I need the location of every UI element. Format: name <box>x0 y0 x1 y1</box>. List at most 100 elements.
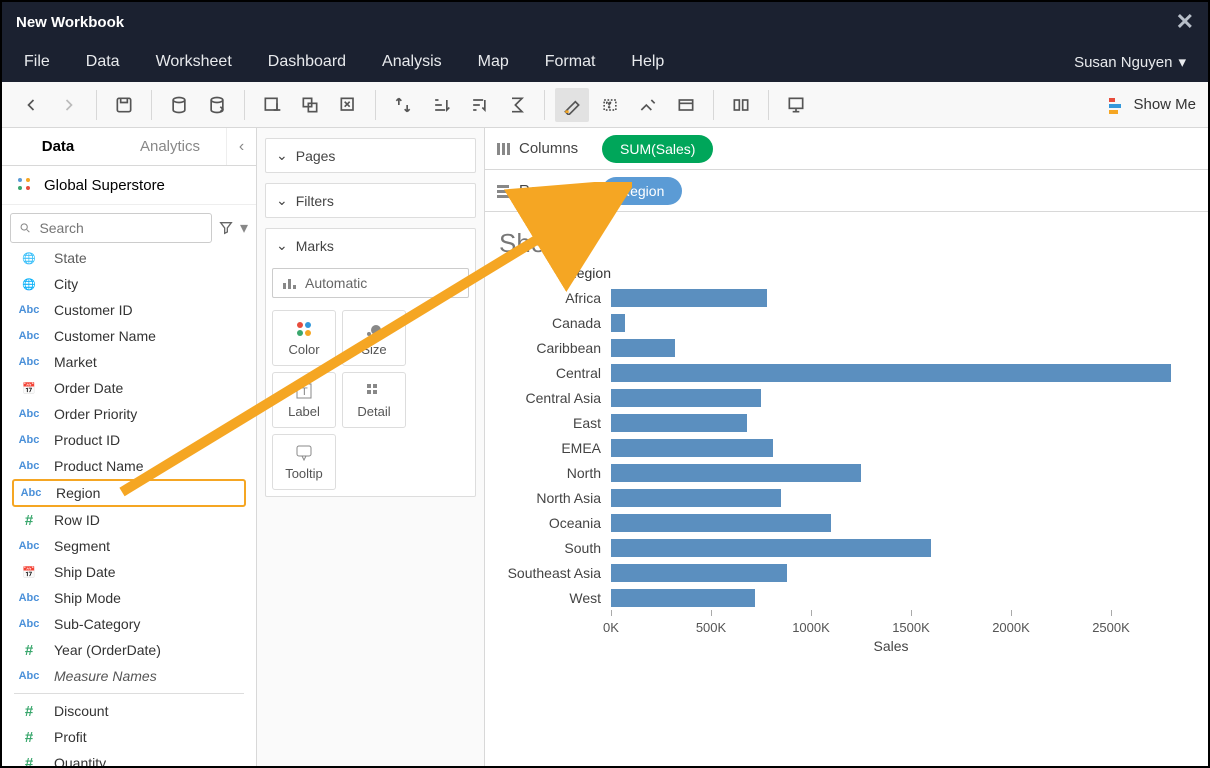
mark-label-button[interactable]: T Label <box>272 372 336 428</box>
field-profit[interactable]: #Profit <box>12 724 246 750</box>
field-product-id[interactable]: AbcProduct ID <box>12 427 246 453</box>
forward-button[interactable] <box>52 88 86 122</box>
menu-map[interactable]: Map <box>478 53 509 71</box>
close-icon[interactable]: ✕ <box>1176 9 1194 35</box>
new-datasource-button[interactable] <box>162 88 196 122</box>
mark-detail-button[interactable]: Detail <box>342 372 406 428</box>
field-ship-mode[interactable]: AbcShip Mode <box>12 585 246 611</box>
back-button[interactable] <box>14 88 48 122</box>
bar-label: West <box>505 590 611 606</box>
rows-shelf[interactable]: Rows Region <box>485 170 1208 212</box>
field-measure-names[interactable]: AbcMeasure Names <box>12 663 246 689</box>
bar[interactable] <box>611 514 831 532</box>
bar[interactable] <box>611 439 773 457</box>
fit-button[interactable] <box>669 88 703 122</box>
menu-file[interactable]: File <box>24 53 50 71</box>
mark-size-button[interactable]: Size <box>342 310 406 366</box>
field-product-name[interactable]: AbcProduct Name <box>12 453 246 479</box>
show-labels-button[interactable]: T <box>593 88 627 122</box>
bar[interactable] <box>611 364 1171 382</box>
field-quantity[interactable]: #Quantity <box>12 750 246 766</box>
filter-icon[interactable] <box>218 220 234 236</box>
field-sub-category[interactable]: AbcSub-Category <box>12 611 246 637</box>
filters-card[interactable]: ⌄Filters <box>265 183 476 218</box>
menu-worksheet[interactable]: Worksheet <box>156 53 232 71</box>
bar[interactable] <box>611 589 755 607</box>
field-row-id[interactable]: #Row ID <box>12 507 246 533</box>
datasource[interactable]: Global Superstore <box>2 166 256 205</box>
field-segment[interactable]: AbcSegment <box>12 533 246 559</box>
field-state[interactable]: 🌐State <box>12 251 246 271</box>
bar[interactable] <box>611 539 931 557</box>
field-city[interactable]: 🌐City <box>12 271 246 297</box>
menu-analysis[interactable]: Analysis <box>382 53 442 71</box>
bar-row: Central <box>505 360 1188 385</box>
bar[interactable] <box>611 314 625 332</box>
duplicate-button[interactable] <box>293 88 327 122</box>
rows-pill[interactable]: Region <box>602 177 682 205</box>
pages-card[interactable]: ⌄Pages <box>265 138 476 173</box>
left-panel: Data Analytics ‹ Global Superstore ▾ 🌐St… <box>2 128 257 766</box>
presentation-button[interactable] <box>779 88 813 122</box>
swap-button[interactable] <box>386 88 420 122</box>
bar-label: Caribbean <box>505 340 611 356</box>
chevron-down-icon: ⌄ <box>276 237 288 254</box>
menu-help[interactable]: Help <box>631 53 664 71</box>
menu-data[interactable]: Data <box>86 53 120 71</box>
field-discount[interactable]: #Discount <box>12 698 246 724</box>
field-year-orderdate-[interactable]: #Year (OrderDate) <box>12 637 246 663</box>
bar-label: Southeast Asia <box>505 565 611 581</box>
sort-asc-button[interactable] <box>424 88 458 122</box>
highlight-button[interactable] <box>555 88 589 122</box>
bar[interactable] <box>611 339 675 357</box>
sort-desc-button[interactable] <box>462 88 496 122</box>
bar-row: Central Asia <box>505 385 1188 410</box>
bar[interactable] <box>611 414 747 432</box>
field-ship-date[interactable]: 📅Ship Date <box>12 559 246 585</box>
columns-pill[interactable]: SUM(Sales) <box>602 135 713 163</box>
menu-format[interactable]: Format <box>545 53 596 71</box>
new-worksheet-button[interactable] <box>255 88 289 122</box>
bar[interactable] <box>611 289 767 307</box>
save-button[interactable] <box>107 88 141 122</box>
pages-label: Pages <box>296 148 336 164</box>
search-row: ▾ <box>2 205 256 251</box>
refresh-datasource-button[interactable] <box>200 88 234 122</box>
tab-data[interactable]: Data <box>2 128 114 165</box>
sheet-title[interactable]: Sheet 1 <box>485 212 1208 265</box>
bar[interactable] <box>611 564 787 582</box>
field-customer-id[interactable]: AbcCustomer ID <box>12 297 246 323</box>
show-cards-button[interactable] <box>724 88 758 122</box>
field-customer-name[interactable]: AbcCustomer Name <box>12 323 246 349</box>
field-menu-button[interactable]: ▾ <box>240 218 248 238</box>
columns-shelf[interactable]: Columns SUM(Sales) <box>485 128 1208 170</box>
separator <box>151 90 152 120</box>
bar-label: Canada <box>505 315 611 331</box>
mark-type-select[interactable]: Automatic <box>272 268 469 298</box>
search-input[interactable] <box>39 220 203 236</box>
bar[interactable] <box>611 464 861 482</box>
bar[interactable] <box>611 389 761 407</box>
mark-tooltip-button[interactable]: Tooltip <box>272 434 336 490</box>
bar[interactable] <box>611 489 781 507</box>
bar-label: Africa <box>505 290 611 306</box>
field-order-priority[interactable]: AbcOrder Priority <box>12 401 246 427</box>
field-order-date[interactable]: 📅Order Date <box>12 375 246 401</box>
search-box[interactable] <box>10 213 212 243</box>
mark-label-label: Label <box>288 404 320 419</box>
show-me-button[interactable]: Show Me <box>1107 96 1196 114</box>
mark-color-button[interactable]: Color <box>272 310 336 366</box>
collapse-left-button[interactable]: ‹ <box>226 128 256 165</box>
field-region[interactable]: AbcRegion <box>12 479 246 507</box>
tab-analytics[interactable]: Analytics <box>114 128 226 165</box>
mark-color-label: Color <box>288 342 319 357</box>
totals-button[interactable] <box>500 88 534 122</box>
bar-label: Oceania <box>505 515 611 531</box>
field-market[interactable]: AbcMarket <box>12 349 246 375</box>
menu-bar: File Data Worksheet Dashboard Analysis M… <box>2 42 1208 82</box>
clear-button[interactable] <box>331 88 365 122</box>
user-menu[interactable]: Susan Nguyen ▾ <box>1074 53 1186 71</box>
fix-axis-button[interactable] <box>631 88 665 122</box>
menu-dashboard[interactable]: Dashboard <box>268 53 346 71</box>
bar-label: East <box>505 415 611 431</box>
